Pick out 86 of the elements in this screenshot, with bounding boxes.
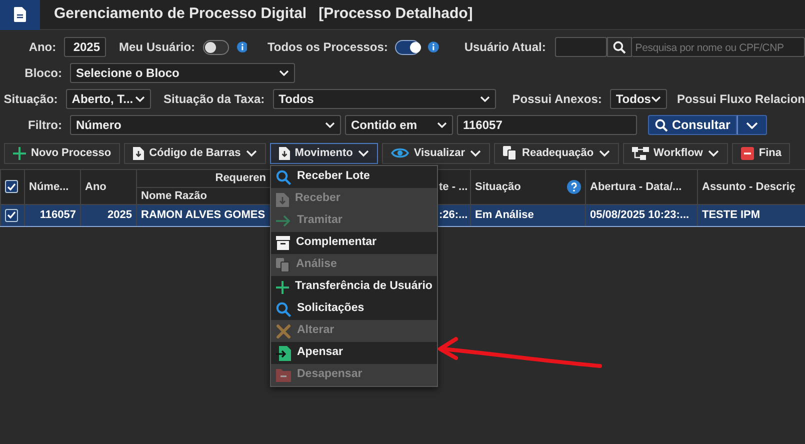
attachments-select[interactable]: Todos [610,89,667,109]
table-cell: Em Análise [475,209,534,222]
menu-item[interactable]: Solicitações [271,298,437,320]
caret-icon [480,96,490,102]
field-label: Situação da Taxa: [164,91,265,108]
stop-icon [740,146,754,160]
toolbar-button[interactable]: Movimento [270,142,378,164]
caret-icon [279,70,289,76]
info-icon[interactable] [428,41,440,53]
table-cell: TESTE IPM [702,209,760,222]
plus-icon [276,280,289,294]
field-label: Ano: [28,39,56,56]
column-header: Ano [85,180,106,193]
field-label: Possui Fluxo Relacion [676,91,805,108]
document-icon [278,146,290,160]
status-select[interactable]: Aberto, T... [66,89,151,109]
menu-item[interactable]: Receber Lote [271,166,437,188]
field-label: Possui Anexos: [512,91,602,108]
column-header: Núme... [29,180,69,193]
toolbar-button[interactable]: Readequação [494,142,619,164]
column-header: te - ... [439,180,468,193]
column-group-header: Requeren [215,172,266,184]
tools-icon [276,324,291,338]
copy-icon [503,146,518,160]
search-button[interactable]: Consultar [648,115,738,135]
table-cell: RAMON ALVES GOMES [141,209,266,222]
arrow-icon [276,215,291,227]
caret-icon [746,122,758,128]
field-label: Meu Usuário: [119,39,196,56]
field-label: Bloco: [24,65,62,82]
caret-icon [325,122,335,128]
document-icon [276,191,289,207]
user-field[interactable] [554,37,607,57]
table-cell: :26:... [439,209,468,222]
fee-status-select[interactable]: Todos [272,89,496,109]
toolbar-button[interactable]: Workflow [622,142,728,164]
column-header: Nome Razão [141,190,208,202]
field-label: Filtro: [27,117,62,134]
filter-field-select[interactable]: Número [70,115,341,135]
field-label: Todos os Processos: [267,39,388,56]
search-icon [655,118,668,132]
operator-select[interactable]: Contido em [345,115,453,135]
field-label: Situação: [2,91,58,108]
year-field[interactable]: 2025 [64,37,106,57]
toolbar-button[interactable]: Código de Barras [124,142,266,164]
workflow-icon [632,146,649,160]
menu-item[interactable]: Complementar [271,232,437,254]
window-subtitle: [Processo Detalhado] [318,4,473,24]
toggle-switch[interactable] [203,40,229,54]
menu-item[interactable]: Transferência de Usuário [271,276,437,298]
document-icon [14,7,26,22]
select-all-checkbox[interactable] [5,180,18,194]
filter-value-field[interactable]: 116057 [457,115,637,135]
row-checkbox[interactable] [5,208,18,222]
search-icon [613,40,626,54]
column-header: Situação [475,180,521,193]
info-icon[interactable] [236,41,248,53]
search-icon [276,302,291,316]
help-icon[interactable] [567,180,581,194]
plus-icon [13,146,26,160]
toolbar-button[interactable]: Visualizar [382,142,490,164]
toolbar-button[interactable]: Novo Processo [4,142,120,164]
dropdown-button[interactable] [737,115,768,135]
copy-icon [276,258,290,272]
menu-item[interactable]: Apensar [271,342,437,364]
field-label: Usuário Atual: [464,39,546,56]
archive-icon [276,236,290,250]
search-field[interactable]: Pesquisa por nome ou CPF/CNP [632,37,805,57]
toolbar-button[interactable]: Fina [732,142,790,164]
caret-icon [650,96,661,102]
table-cell: 2025 [108,209,132,222]
column-header: Assunto - Descriç [702,180,796,193]
caret-icon [134,96,145,102]
toggle-switch[interactable] [394,40,420,54]
eye-icon [390,147,409,159]
document-icon [133,146,144,160]
block-select[interactable]: Selecione o Bloco [70,63,295,83]
column-header: Abertura - Data/... [590,180,682,193]
file-enter-icon [276,345,291,361]
search-icon [276,170,291,184]
search-button[interactable] [606,37,632,57]
folder-minus-icon [276,368,291,382]
window-title: Gerenciamento de Processo Digital [54,4,307,24]
caret-icon [437,122,447,128]
table-cell: 116057 [40,209,76,222]
table-cell: 05/08/2025 10:23:... [590,209,690,222]
